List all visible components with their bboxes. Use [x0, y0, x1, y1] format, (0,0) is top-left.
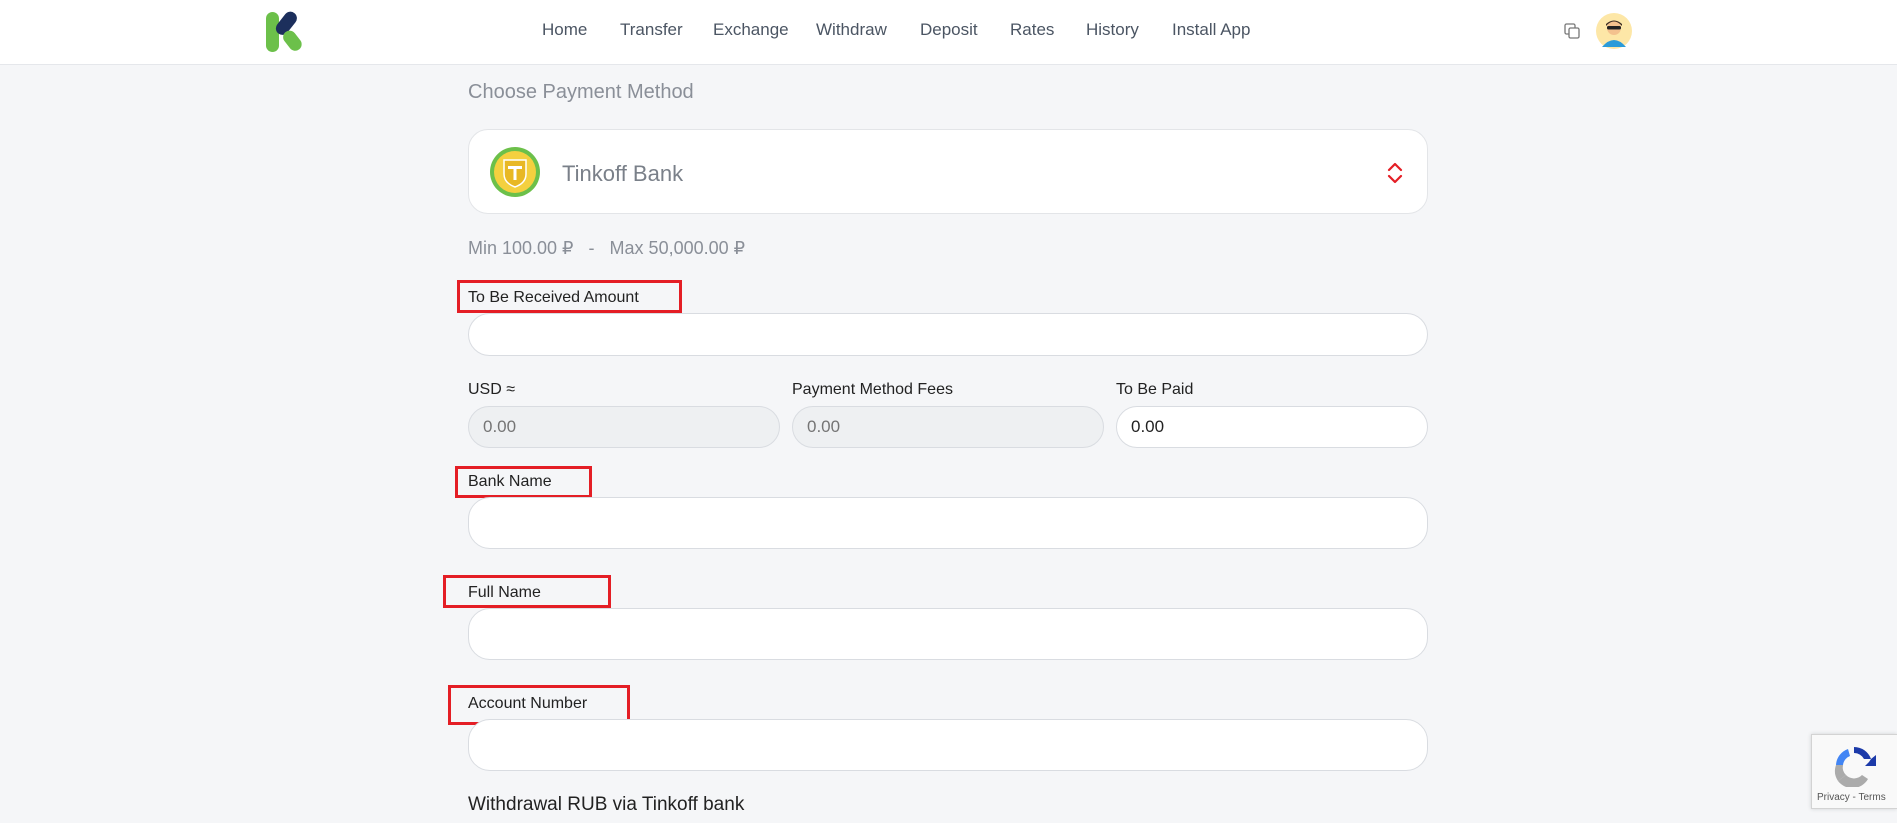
nav-exchange[interactable]: Exchange [713, 20, 789, 40]
fees-label: Payment Method Fees [792, 381, 953, 398]
received-amount-label: To Be Received Amount [468, 289, 639, 306]
brand-logo[interactable] [266, 10, 312, 54]
usd-label: USD ≈ [468, 381, 516, 398]
bank-name-input[interactable] [468, 497, 1428, 549]
recaptcha-icon [1834, 747, 1876, 787]
full-name-label: Full Name [468, 584, 541, 601]
recaptcha-badge[interactable]: Privacy - Terms [1811, 734, 1897, 809]
recaptcha-privacy-terms[interactable]: Privacy - Terms [1817, 792, 1886, 803]
to-be-paid-label: To Be Paid [1116, 381, 1194, 398]
nav-install-app[interactable]: Install App [1172, 20, 1250, 40]
payment-method-name: Tinkoff Bank [562, 161, 684, 186]
nav-deposit[interactable]: Deposit [920, 20, 978, 40]
nav-transfer[interactable]: Transfer [620, 20, 683, 40]
bank-name-label: Bank Name [468, 473, 552, 490]
nav-home[interactable]: Home [542, 20, 587, 40]
amount-limits: Min 100.00 ₽ - Max 50,000.00 ₽ [468, 238, 745, 259]
usd-input [468, 406, 780, 448]
full-name-input[interactable] [468, 608, 1428, 660]
min-limit: Min 100.00 ₽ [468, 238, 574, 258]
account-number-label: Account Number [468, 695, 588, 712]
nav-rates[interactable]: Rates [1010, 20, 1054, 40]
user-avatar[interactable] [1596, 13, 1632, 49]
max-limit: Max 50,000.00 ₽ [609, 238, 746, 258]
nav-history[interactable]: History [1086, 20, 1139, 40]
tinkoff-bank-icon [490, 147, 540, 197]
nav-withdraw[interactable]: Withdraw [816, 20, 887, 40]
fees-input [792, 406, 1104, 448]
limit-separator: - [588, 238, 595, 258]
withdrawal-title: Withdrawal RUB via Tinkoff bank [468, 794, 745, 815]
copy-icon[interactable] [1564, 23, 1581, 40]
chevron-up-down-icon[interactable] [1386, 161, 1404, 185]
top-navigation-bar: Home Transfer Exchange Withdraw Deposit … [0, 0, 1897, 65]
section-title: Choose Payment Method [468, 81, 694, 103]
account-number-input[interactable] [468, 719, 1428, 771]
payment-method-select[interactable]: Tinkoff Bank [468, 129, 1428, 214]
received-amount-input[interactable] [468, 313, 1428, 356]
to-be-paid-input[interactable] [1116, 406, 1428, 448]
